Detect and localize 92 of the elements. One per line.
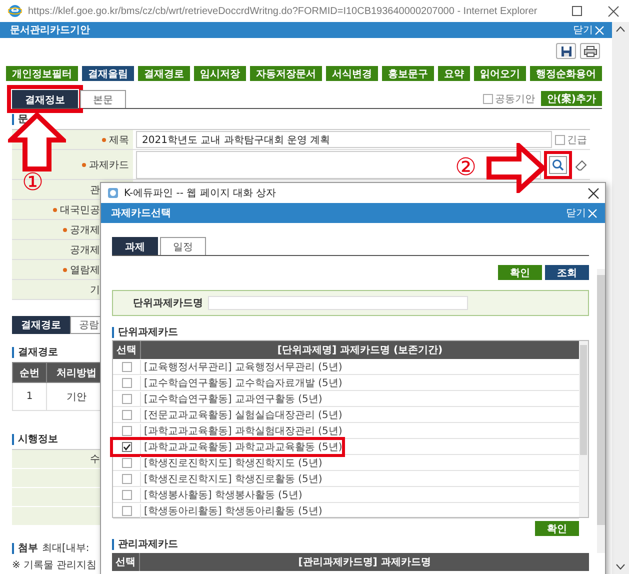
checkbox[interactable] — [122, 378, 132, 388]
table-cell-text: [과학교과교육활동] 과학교과교육활동 (5년) — [143, 440, 342, 454]
section-title: 문 — [12, 109, 602, 129]
title-field[interactable]: 2021학년도 교내 과학탐구대회 운영 계획 — [136, 131, 552, 148]
checkbox-label: 긴급 — [567, 134, 587, 146]
checkbox[interactable] — [555, 134, 565, 144]
printer-icon — [584, 46, 596, 56]
toolbar-button[interactable]: 행정순화용어 — [530, 66, 602, 81]
field-label: 공개제 — [70, 244, 100, 256]
table-cell-text: [교수학습연구활동] 교과연구활동 (5년) — [143, 392, 322, 406]
field-label: 공개제 — [70, 224, 100, 236]
checkbox[interactable] — [122, 458, 132, 468]
notice-text: ※ 기록물 관리지침 — [12, 559, 97, 573]
window-title: https://klef.goe.go.kr/bms/cz/cb/wrt/retrieveDoccrdWritng.do?FORMID=I10CB193640000207000 - Internet Explorer — [28, 6, 538, 16]
browser-logo-icon — [8, 4, 22, 18]
column-header: 순번 — [12, 362, 46, 382]
table-cell-text: [학생진로진학지도] 학생진학지도 (5년) — [143, 456, 322, 470]
column-header: [관리과제카드명] 과제카드명 — [297, 556, 432, 569]
eraser-icon[interactable] — [575, 158, 587, 170]
column-header: [단위과제명] 과제카드명 (보존기간) — [276, 344, 444, 357]
field-label: 관 — [90, 184, 100, 196]
toolbar-button[interactable]: 자동저장문서 — [250, 66, 322, 81]
section-title: 단위과제카드 — [112, 324, 589, 340]
action-button[interactable]: 확인 — [498, 265, 542, 280]
tab[interactable]: 결재경로 — [12, 316, 70, 334]
scroll-down-icon[interactable] — [616, 564, 625, 570]
search-field[interactable] — [208, 296, 468, 310]
table-cell-text: [학생봉사활동] 학생봉사활동 (5년) — [143, 488, 302, 502]
toolbar-button[interactable]: 결재올림 — [82, 66, 134, 81]
scrollbar[interactable] — [597, 269, 605, 553]
checkbox[interactable] — [122, 506, 132, 516]
column-header: 선택 — [113, 341, 141, 359]
section-title: 관리과제카드 — [112, 536, 589, 552]
tab[interactable]: 본문 — [80, 90, 126, 108]
step-number: ② — [455, 155, 477, 179]
toolbar-button[interactable]: 개인정보필터 — [6, 66, 78, 81]
checkbox[interactable] — [122, 474, 132, 484]
step-number: ① — [22, 170, 44, 194]
checkbox[interactable] — [122, 394, 132, 404]
close-link[interactable]: 닫기 — [566, 206, 597, 220]
checkbox[interactable] — [122, 426, 132, 436]
page-icon — [107, 187, 119, 199]
toolbar-button[interactable]: 서식변경 — [326, 66, 378, 81]
toolbar-button[interactable]: 홍보문구 — [382, 66, 434, 81]
toolbar-button[interactable]: 임시저장 — [194, 66, 246, 81]
search-icon — [552, 158, 564, 170]
search-button[interactable] — [549, 156, 567, 174]
toolbar-button[interactable]: 요약 — [438, 66, 470, 81]
table-cell-text: [학생진로진학지도] 학생진로활동 (5년) — [143, 472, 322, 486]
table-cell-text: [학생동아리활동] 학생동아리활동 (5년) — [143, 504, 322, 518]
checkbox[interactable] — [122, 490, 132, 500]
field-label: 대국민공 — [60, 204, 100, 216]
window-header-title: 문서관리카드기안 — [10, 24, 90, 37]
scrollbar[interactable] — [579, 341, 588, 517]
window-header-title: 과제카드선택 — [111, 207, 171, 220]
action-button[interactable]: 조회 — [545, 265, 589, 280]
checkbox[interactable] — [482, 94, 493, 104]
field-label: 단위과제카드명 — [133, 297, 203, 310]
checkbox[interactable] — [122, 410, 132, 420]
tab[interactable]: 일정 — [160, 237, 206, 255]
maximize-icon[interactable] — [572, 6, 582, 16]
field-label: 과제카드 — [89, 158, 129, 172]
column-header: 선택 — [112, 553, 140, 571]
toolbar-button[interactable]: 결재경로 — [138, 66, 190, 81]
field-label: 열람제 — [70, 264, 100, 276]
print-button[interactable] — [580, 43, 600, 59]
close-link[interactable]: 닫기 — [573, 23, 604, 37]
table-cell-text: [과학교과교육활동] 과학실험대장관리 (5년) — [143, 424, 342, 438]
save-icon — [560, 46, 572, 56]
attachment-limit: 최대[내부: — [42, 542, 90, 555]
confirm-button[interactable]: 확인 — [535, 521, 579, 536]
table-cell: 1 — [12, 382, 46, 410]
table-cell-text: [전문교과교육활동] 실험실습대장관리 (5년) — [143, 408, 342, 422]
toolbar-button[interactable]: 읽어오기 — [474, 66, 526, 81]
table-cell-text: [교육행정서무관리] 교육행정서무관리 (5년) — [143, 360, 342, 374]
add-draft-button[interactable]: 안(案)추가 — [540, 91, 602, 106]
tab[interactable]: 과제 — [112, 237, 158, 255]
checkbox[interactable] — [122, 362, 132, 372]
table-cell-text: [교수학습연구활동] 교수학습자료개발 (5년) — [143, 376, 342, 390]
checkbox-label: 공동기안 — [494, 92, 535, 106]
save-button[interactable] — [556, 43, 576, 59]
dialog-title: K-에듀파인 -- 웹 페이지 대화 상자 — [124, 187, 278, 200]
scroll-up-icon[interactable] — [616, 26, 625, 32]
field-label: 수 — [90, 453, 100, 466]
up-arrow-icon — [8, 112, 66, 172]
field-label: 기 — [90, 284, 100, 296]
field-label: 제목 — [109, 134, 129, 146]
attachment-title: 첨부 — [18, 542, 38, 555]
close-icon[interactable] — [588, 188, 599, 198]
card-field[interactable] — [136, 150, 541, 178]
checkbox[interactable] — [122, 442, 132, 452]
close-icon[interactable] — [608, 6, 619, 16]
